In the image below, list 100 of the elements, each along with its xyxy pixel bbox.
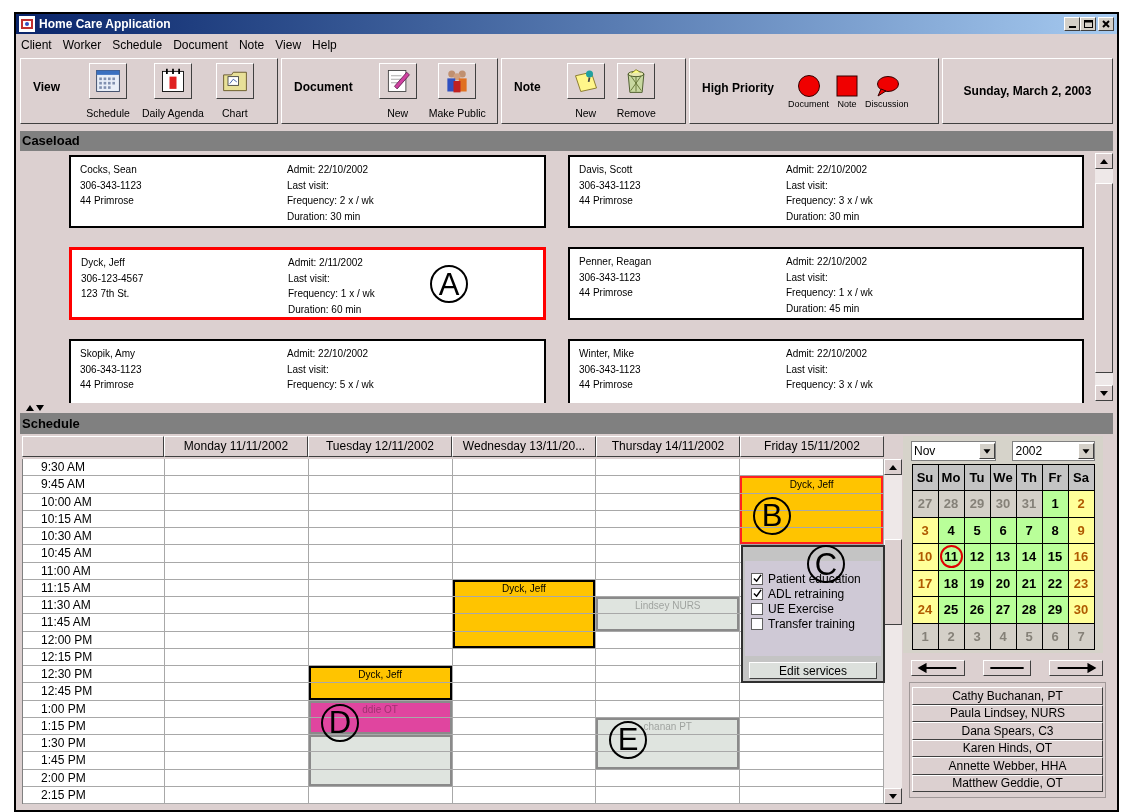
schedule-cell[interactable] bbox=[164, 700, 309, 718]
toolbar-button[interactable]: Chart bbox=[213, 63, 256, 119]
schedule-cell[interactable] bbox=[164, 493, 309, 511]
schedule-cell[interactable] bbox=[308, 545, 453, 563]
scrollbar[interactable] bbox=[884, 459, 902, 804]
schedule-cell[interactable] bbox=[452, 683, 597, 701]
priority-button[interactable]: Note bbox=[835, 73, 860, 109]
calendar-day[interactable]: 13 bbox=[990, 544, 1017, 571]
schedule-cell[interactable] bbox=[308, 459, 453, 477]
schedule-cell[interactable] bbox=[596, 700, 741, 718]
schedule-cell[interactable] bbox=[308, 476, 453, 494]
priority-button[interactable]: Document bbox=[788, 73, 830, 109]
schedule-cell[interactable] bbox=[308, 528, 453, 546]
schedule-cell[interactable] bbox=[452, 700, 597, 718]
service-checkbox[interactable]: UE Exercise bbox=[751, 601, 881, 617]
schedule-cell[interactable] bbox=[164, 459, 309, 477]
schedule-cell[interactable] bbox=[164, 614, 309, 632]
calendar-day[interactable]: 14 bbox=[1016, 544, 1043, 571]
maximize-button[interactable] bbox=[1080, 17, 1096, 31]
calendar-day[interactable]: 16 bbox=[1068, 544, 1095, 571]
client-card[interactable]: Skopik, Amy 306-343-1123 44 Primrose Admit: 22/10/2002 Last visit: Frequency: 5 x / wk bbox=[69, 339, 546, 403]
appointment-block[interactable]: Dyck, Jeff bbox=[740, 476, 883, 493]
schedule-cell[interactable] bbox=[452, 528, 597, 546]
day-header[interactable]: Tuesday 12/11/2002 bbox=[308, 436, 452, 457]
toolbar-button[interactable]: New bbox=[564, 63, 607, 119]
schedule-cell[interactable] bbox=[164, 752, 309, 770]
schedule-cell[interactable] bbox=[596, 476, 741, 494]
service-checkbox[interactable]: ADL retraining bbox=[751, 586, 881, 602]
appointment-block[interactable] bbox=[308, 735, 452, 752]
schedule-cell[interactable] bbox=[452, 786, 597, 804]
schedule-cell[interactable] bbox=[452, 752, 597, 770]
calendar-day[interactable]: 29 bbox=[1042, 597, 1069, 624]
schedule-cell[interactable] bbox=[164, 528, 309, 546]
schedule-cell[interactable] bbox=[308, 562, 453, 580]
schedule-cell[interactable] bbox=[596, 769, 741, 787]
appointment-block[interactable]: Dyck, Jeff bbox=[308, 666, 452, 683]
calendar-day[interactable]: 26 bbox=[964, 597, 991, 624]
calendar-day[interactable]: 1 bbox=[1042, 491, 1069, 518]
scrollbar[interactable] bbox=[1095, 153, 1113, 401]
minimize-button[interactable] bbox=[1064, 17, 1080, 31]
toolbar-button[interactable]: New bbox=[376, 63, 419, 119]
toolbar-button[interactable]: Daily Agenda bbox=[139, 63, 206, 119]
worker-button[interactable]: Dana Spears, C3 bbox=[912, 722, 1103, 740]
schedule-cell[interactable] bbox=[164, 510, 309, 528]
client-card[interactable]: Davis, Scott 306-343-1123 44 Primrose Admit: 22/10/2002 Last visit: Frequency: 3 x / wk Duration: 30 min bbox=[568, 155, 1084, 228]
schedule-cell[interactable] bbox=[164, 683, 309, 701]
calendar-day[interactable]: 10 bbox=[912, 544, 939, 571]
schedule-cell[interactable] bbox=[164, 786, 309, 804]
schedule-cell[interactable] bbox=[596, 648, 741, 666]
schedule-cell[interactable] bbox=[308, 786, 453, 804]
close-button[interactable] bbox=[1098, 17, 1114, 31]
worker-button[interactable]: Annette Webber, HHA bbox=[912, 757, 1103, 775]
schedule-cell[interactable] bbox=[164, 769, 309, 787]
calendar-day[interactable]: 27 bbox=[990, 597, 1017, 624]
client-card[interactable]: Dyck, Jeff 306-123-4567 123 7th St. Admit: 2/11/2002 Last visit: Frequency: 1 x / wk Duration: 60 min A bbox=[69, 247, 546, 320]
scroll-down-button[interactable] bbox=[1095, 385, 1113, 401]
schedule-cell[interactable] bbox=[452, 735, 597, 753]
calendar-day[interactable]: 12 bbox=[964, 544, 991, 571]
schedule-cell[interactable] bbox=[452, 769, 597, 787]
schedule-cell[interactable] bbox=[164, 562, 309, 580]
year-select[interactable]: 2002 bbox=[1012, 441, 1095, 461]
schedule-cell[interactable] bbox=[308, 614, 453, 632]
schedule-cell[interactable] bbox=[452, 545, 597, 563]
menu-item[interactable]: Help bbox=[312, 36, 337, 54]
schedule-cell[interactable] bbox=[164, 717, 309, 735]
calendar-day[interactable]: 28 bbox=[1016, 597, 1043, 624]
calendar-day[interactable]: 2 bbox=[1068, 491, 1095, 518]
calendar-day[interactable]: 3 bbox=[912, 517, 939, 544]
scroll-thumb[interactable] bbox=[1095, 183, 1113, 373]
appointment-block[interactable] bbox=[452, 597, 596, 614]
schedule-cell[interactable] bbox=[308, 631, 453, 649]
next-button[interactable] bbox=[1049, 660, 1103, 676]
toolbar-button[interactable]: Remove bbox=[614, 63, 658, 119]
scroll-thumb[interactable] bbox=[884, 539, 902, 625]
schedule-cell[interactable] bbox=[452, 493, 597, 511]
toolbar-button[interactable]: Schedule bbox=[84, 63, 132, 119]
calendar-day[interactable]: 17 bbox=[912, 570, 939, 597]
schedule-cell[interactable] bbox=[308, 579, 453, 597]
menu-item[interactable]: View bbox=[275, 36, 302, 54]
schedule-cell[interactable] bbox=[596, 562, 741, 580]
schedule-cell[interactable] bbox=[452, 459, 597, 477]
schedule-cell[interactable] bbox=[164, 666, 309, 684]
calendar-day[interactable]: 25 bbox=[938, 597, 965, 624]
schedule-cell[interactable] bbox=[164, 631, 309, 649]
schedule-cell[interactable] bbox=[452, 666, 597, 684]
schedule-cell[interactable] bbox=[308, 597, 453, 615]
day-header[interactable]: Friday 15/11/2002 bbox=[740, 436, 884, 457]
schedule-cell[interactable] bbox=[452, 562, 597, 580]
priority-button[interactable]: Discussion bbox=[865, 73, 909, 109]
scroll-up-button[interactable] bbox=[1095, 153, 1113, 169]
service-checkbox[interactable]: Transfer training bbox=[751, 616, 881, 632]
day-header[interactable]: Wednesday 13/11/20... bbox=[452, 436, 596, 457]
appointment-block[interactable] bbox=[740, 528, 883, 545]
appointment-block[interactable] bbox=[596, 752, 740, 769]
schedule-cell[interactable] bbox=[164, 648, 309, 666]
menu-item[interactable]: Note bbox=[238, 36, 265, 54]
menu-item[interactable]: Client bbox=[21, 36, 52, 54]
schedule-cell[interactable] bbox=[164, 545, 309, 563]
appointment-block[interactable] bbox=[452, 614, 596, 631]
scroll-down-button[interactable] bbox=[884, 788, 902, 804]
